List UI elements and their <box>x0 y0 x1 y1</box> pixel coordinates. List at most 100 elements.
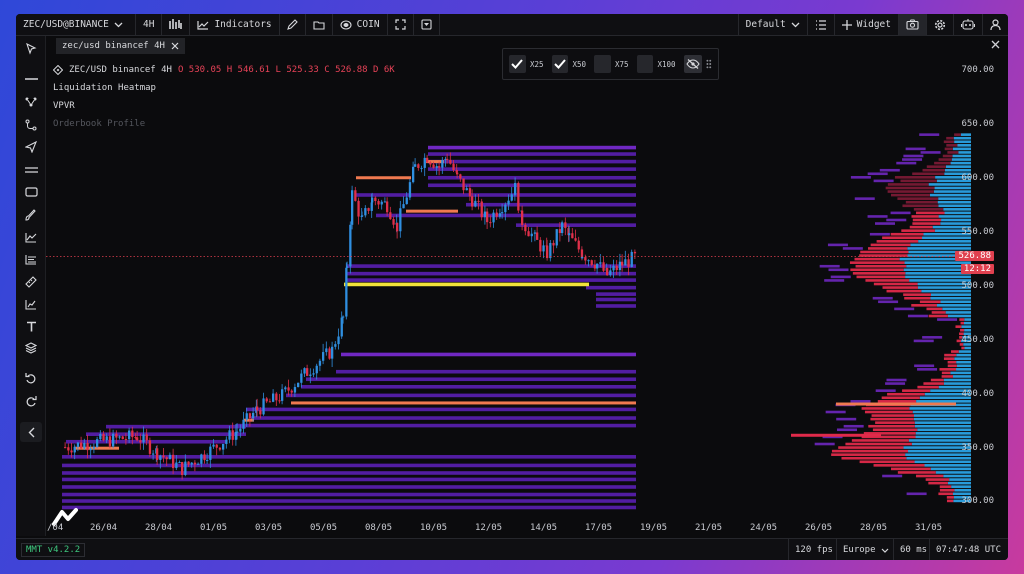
collapse-toolbar-button[interactable] <box>20 422 42 442</box>
time-tick: 28/04 <box>145 523 173 533</box>
volume-profile-bar-sell <box>856 275 906 279</box>
list-button[interactable] <box>808 14 835 36</box>
legend-layer-liquidation[interactable]: Liquidation Heatmap <box>53 79 395 97</box>
time-tick: 19/05 <box>640 523 668 533</box>
network-tool[interactable] <box>20 92 42 112</box>
path-tool[interactable] <box>20 115 42 135</box>
add-widget-button[interactable]: Widget <box>835 14 899 36</box>
candle-body <box>435 166 438 168</box>
dropdown-box-button[interactable] <box>414 14 440 36</box>
candle-body <box>370 202 373 211</box>
volume-profile-bar-sell <box>864 410 913 414</box>
screenshot-button[interactable] <box>899 14 927 36</box>
draw-button[interactable] <box>280 14 306 36</box>
volume-profile-bar-buy <box>956 368 971 371</box>
candle-body <box>342 316 345 318</box>
region-selector[interactable]: Europe <box>836 539 895 560</box>
volume-profile-bar-buy <box>951 485 971 488</box>
clock: 07:47:48 UTC <box>929 539 1007 560</box>
candle-body <box>465 188 468 191</box>
volume-profile-bar-liq <box>878 300 899 304</box>
volume-profile-bar-liq <box>875 389 896 392</box>
chart-type-button[interactable] <box>162 14 191 36</box>
projection-tool[interactable] <box>20 294 42 314</box>
settings-button[interactable] <box>927 14 954 36</box>
bot-button[interactable] <box>954 14 983 36</box>
account-button[interactable] <box>983 14 1008 36</box>
redo-button[interactable] <box>20 391 42 411</box>
x25-checkbox[interactable] <box>509 55 526 73</box>
volume-profile-bar-sell <box>944 353 957 357</box>
liquidation-band <box>62 463 636 468</box>
volume-profile-bar-sell <box>877 400 917 403</box>
close-icon[interactable] <box>171 42 179 50</box>
trend-tool[interactable] <box>20 227 42 247</box>
x75-checkbox[interactable] <box>594 55 611 73</box>
x100-checkbox[interactable] <box>636 55 654 73</box>
liquidation-band <box>596 304 636 308</box>
candle-body <box>351 190 354 225</box>
layout-selector[interactable]: Default <box>739 14 808 36</box>
candle-body <box>124 439 128 441</box>
candle-body <box>459 174 462 179</box>
liquidation-band <box>596 297 636 302</box>
gear-icon <box>934 19 946 30</box>
candle-body <box>630 251 633 267</box>
volume-profile-bar-sell <box>941 371 951 375</box>
cursor-tool[interactable] <box>20 39 42 59</box>
arrow-tool[interactable] <box>20 137 42 157</box>
candle-body <box>318 360 322 366</box>
time-tick: 21/05 <box>695 523 723 533</box>
x50-checkbox[interactable] <box>551 55 569 73</box>
volume-profile-bar-buy <box>960 133 971 136</box>
candle-body <box>517 182 520 211</box>
legend-layer-vpvr[interactable]: VPVR <box>53 97 395 115</box>
indicators-button[interactable]: Indicators <box>190 14 280 36</box>
fullscreen-button[interactable] <box>388 14 414 36</box>
horizontal-line-tool[interactable] <box>20 69 42 89</box>
eye-off-icon <box>686 59 700 69</box>
legend-layer-orderbook[interactable]: Orderbook Profile <box>53 115 395 133</box>
layers-tool[interactable] <box>20 338 42 358</box>
volume-profile-bar-sell <box>946 136 954 140</box>
candle-body <box>121 436 124 440</box>
candle-body <box>162 455 165 458</box>
fps-indicator: 120 fps <box>788 539 839 560</box>
folder-button[interactable] <box>306 14 333 36</box>
interval-button[interactable]: 4H <box>136 14 163 36</box>
toolbar-spacer <box>440 14 739 36</box>
rectangle-tool[interactable] <box>20 182 42 202</box>
hide-toggle-button[interactable] <box>683 55 703 73</box>
parallel-lines-tool[interactable] <box>20 160 42 180</box>
candle-body <box>118 436 121 438</box>
ruler-tool[interactable] <box>20 272 42 292</box>
text-tool[interactable] <box>20 316 42 336</box>
plus-icon <box>841 19 852 30</box>
volume-profile-bar-sell <box>961 346 965 350</box>
volume-profile-bar-buy <box>938 204 971 208</box>
brush-tool[interactable] <box>20 205 42 225</box>
candle-body <box>278 400 281 402</box>
symbol-selector[interactable]: ZEC/USD@BINANCEF <box>16 14 136 36</box>
candle-body <box>513 194 517 196</box>
legend-title-row: ZEC/USD binancef 4H O 530.05 H 546.61 L … <box>53 61 395 79</box>
candle-body <box>383 201 387 203</box>
tab-chart[interactable]: zec/usd binancef 4H <box>56 38 185 54</box>
volume-profile-bar-sell <box>912 172 945 176</box>
time-tick: 14/05 <box>530 523 558 533</box>
coin-button[interactable]: COIN <box>333 14 388 36</box>
candle-body <box>568 233 571 236</box>
drag-handle-icon[interactable] <box>706 59 712 69</box>
volume-profile-bar-buy <box>938 215 971 218</box>
volume-profile-bar-sell <box>946 144 958 147</box>
fib-tool[interactable] <box>20 249 42 269</box>
candle-body <box>606 268 609 275</box>
candle-body <box>396 222 399 232</box>
liquidation-band <box>356 193 636 197</box>
volume-profile-bar-sell <box>885 186 935 190</box>
undo-button[interactable] <box>20 368 42 388</box>
volume-profile-bar-liq <box>917 368 938 371</box>
price-tick: 500.00 <box>961 281 994 291</box>
close-panel-button[interactable] <box>991 39 1000 52</box>
candle-body <box>165 457 168 460</box>
